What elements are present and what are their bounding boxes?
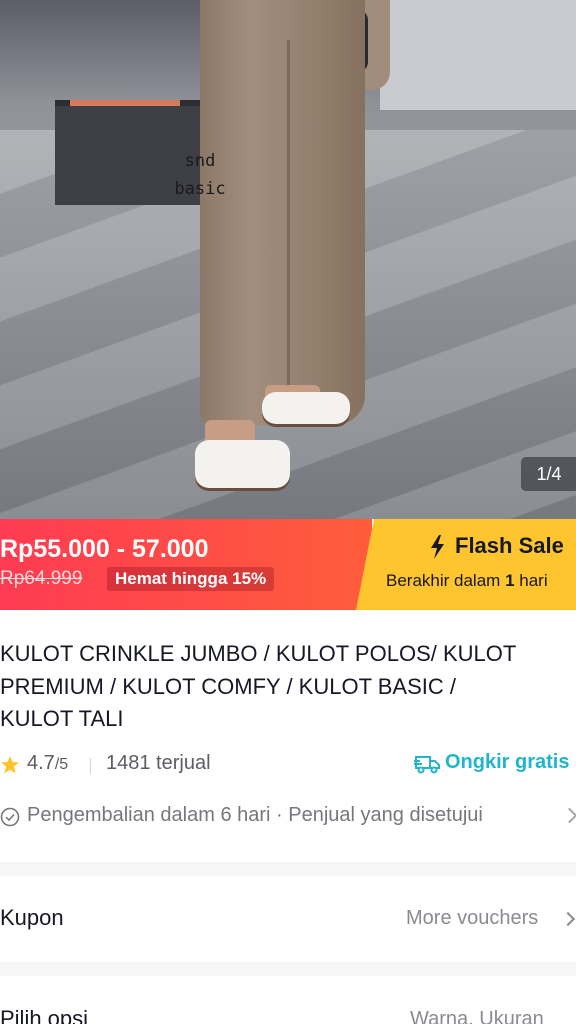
sold-count: 1481 terjual [106,752,211,774]
image-page-indicator: 1/4 [521,457,576,491]
image-caption: snd basic [170,147,230,203]
star-icon [1,756,19,774]
options-label: Pilih opsi [0,1006,89,1024]
savings-badge: Hemat hingga 15% [107,567,275,591]
lightning-icon [431,535,444,559]
flash-sale-title-text: Flash Sale [455,533,564,558]
rating-max: /5 [54,756,69,773]
price-range: Rp55.000 - 57.000 [0,535,209,563]
chevron-right-icon [560,911,576,927]
product-title: KULOT CRINKLE JUMBO / KULOT POLOS/ KULOT… [0,638,576,736]
options-value: Warna, Ukuran [410,1008,544,1024]
select-options-row[interactable]: Pilih opsi Warna, Ukuran [0,996,576,1024]
image-sandal-right [262,392,350,424]
flash-sale-ends-prefix: Berakhir dalam [386,571,501,590]
price-panel [0,519,372,610]
section-divider [0,962,576,976]
more-vouchers-link[interactable]: More vouchers [406,907,538,930]
product-title-line: PREMIUM / KULOT COMFY / KULOT BASIC / [0,673,456,699]
guarantee-text: Pengembalian dalam 6 hari · Penjual yang… [27,804,483,826]
rating-row: 4.7/5 1481 terjual Ongkir gratis [0,750,576,780]
section-divider [0,862,576,876]
coupon-row[interactable]: Kupon More vouchers [0,893,576,945]
rating-score: 4.7 [27,752,55,774]
product-title-line: KULOT TALI [0,706,124,731]
image-pants [200,0,365,425]
image-wall [380,0,576,110]
coupon-label: Kupon [0,905,64,930]
flash-sale-ends-value: 1 [505,571,515,590]
flash-sale-timer: Berakhir dalam 1 hari [386,571,548,591]
guarantee-row[interactable]: Pengembalian dalam 6 hari · Penjual yang… [0,801,576,831]
image-caption-line2: basic [174,179,226,199]
image-caption-line1: snd [184,151,216,171]
image-sandal-left [195,440,290,488]
free-shipping-label[interactable]: Ongkir gratis [445,751,569,774]
product-title-line: KULOT CRINKLE JUMBO / KULOT POLOS/ KULOT [0,641,517,666]
flash-sale-title: Flash Sale [455,533,564,559]
chevron-right-icon [561,807,576,824]
image-pants-split [287,40,290,390]
rating-value[interactable]: 4.7/5 [27,752,68,775]
image-stand-light [70,100,180,106]
truck-icon [414,756,440,774]
original-price: Rp64.999 [0,568,83,589]
flash-sale-ends-unit: hari [519,571,548,590]
product-image-gallery[interactable]: snd basic 1/4 [0,0,576,519]
stat-divider [90,758,91,774]
check-circle-icon [0,807,20,827]
